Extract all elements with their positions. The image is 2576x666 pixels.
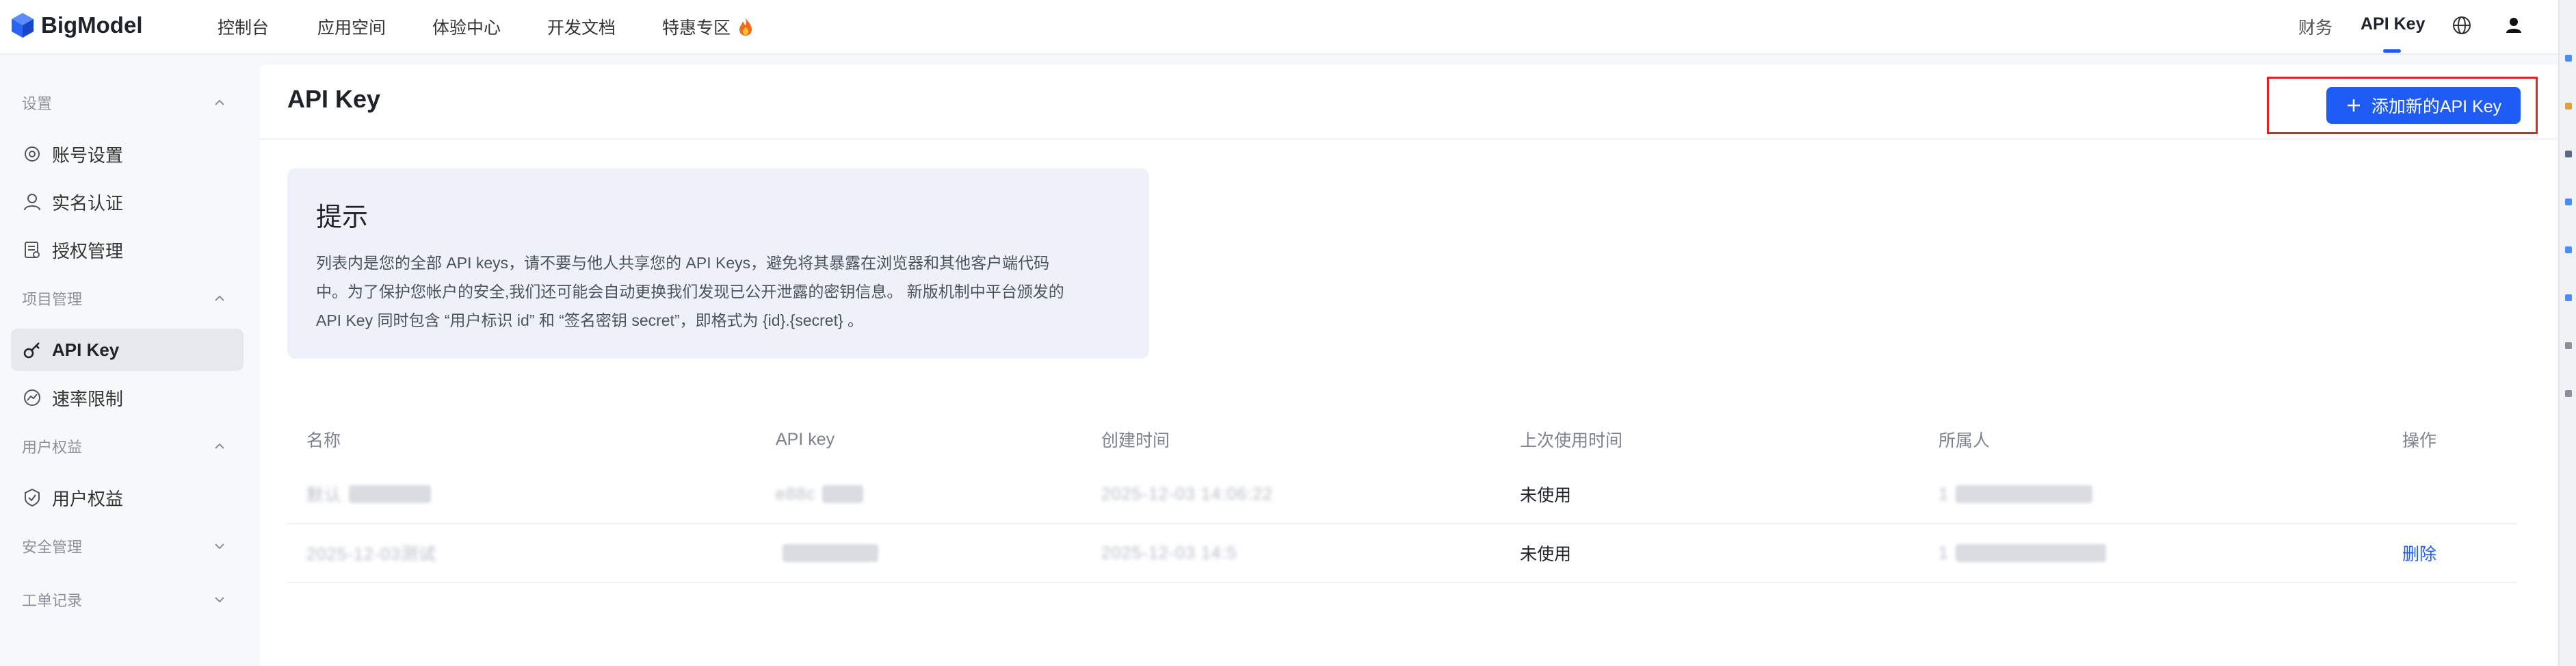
table-row: 默认 e88c 2025-12-03 14:06:22 未使用 1 [287,465,2517,524]
nav-special-offers-label: 特惠专区 [662,18,731,38]
fire-icon [739,18,752,36]
plus-icon [2347,99,2360,112]
row-last-used: 未使用 [1520,486,1572,505]
bigmodel-logo-icon [12,13,34,38]
tip-line: 列表内是您的全部 API keys，请不要与他人共享您的 API Keys，避免… [316,254,1050,272]
chevron-down-icon [215,543,224,550]
settings-icon [25,146,40,162]
sidebar-group-user-benefits[interactable]: 用户权益 [22,433,227,460]
nav-experience-center[interactable]: 体验中心 [432,14,501,39]
edge-icon[interactable] [2565,55,2572,62]
sidebar-item-label: 账号设置 [52,144,124,166]
chevron-up-icon [215,295,224,301]
sidebar-item-account-settings[interactable]: 账号设置 [11,133,244,175]
highlight-box: 添加新的API Key [2267,77,2538,134]
sidebar-group-project-management[interactable]: 项目管理 [22,285,227,312]
chevron-down-icon [215,597,224,603]
sidebar-item-authorization[interactable]: 授权管理 [11,229,244,271]
tip-line: 中。为了保护您帐户的安全,我们还可能会自动更换我们发现已公开泄露的密钥信息。 新… [316,283,1064,300]
column-header-actions: 操作 [2402,431,2437,450]
edge-icon[interactable] [2565,151,2572,157]
api-key-table: 名称 API key 创建时间 上次使用时间 所属人 操作 默认 e88c 20… [287,413,2517,583]
brand-name: BigModel [41,12,143,38]
sidebar-item-label: 速率限制 [52,388,124,409]
right-edge-toolbar [2558,0,2576,666]
sidebar-group-tickets[interactable]: 工单记录 [22,586,227,613]
brand-logo[interactable]: BigModel [11,12,142,38]
chevron-up-icon [215,443,224,449]
sidebar-item-label: 实名认证 [52,192,124,214]
edge-icon[interactable] [2565,342,2572,349]
document-list-icon [25,242,40,258]
column-header-api-key: API key [776,429,835,449]
nav-finance[interactable]: 财务 [2298,14,2332,39]
sidebar-group-title: 安全管理 [22,539,83,556]
table-row: 2025-12-03测试 2025-12-03 14:5 未使用 1 删除 [287,524,2517,583]
column-header-name: 名称 [306,431,341,450]
column-header-owner: 所属人 [1938,431,1990,450]
row-name: 默认 [306,465,432,523]
person-icon [24,194,40,211]
row-owner: 1 [1938,524,2106,582]
edge-icon[interactable] [2565,390,2572,397]
sidebar-item-api-key[interactable]: API Key [11,329,244,371]
sidebar-group-security[interactable]: 安全管理 [22,533,227,560]
row-created: 2025-12-03 14:06:22 [1101,484,1274,504]
sidebar: 设置 账号设置 实名认证 授权管理 项目管理 API Key 速率限制 用户权益… [0,55,259,666]
nav-dev-docs[interactable]: 开发文档 [547,14,616,39]
tip-body: 列表内是您的全部 API keys，请不要与他人共享您的 API Keys，避免… [316,248,1120,335]
sidebar-item-label: 用户权益 [52,488,124,509]
sidebar-group-title: 项目管理 [22,291,83,308]
row-created: 2025-12-03 14:5 [1101,543,1237,563]
sidebar-item-user-benefits[interactable]: 用户权益 [11,476,244,519]
add-api-key-label: 添加新的API Key [2371,97,2502,116]
sidebar-group-title: 用户权益 [22,439,83,456]
user-avatar-icon[interactable] [2502,14,2525,37]
gauge-icon [24,389,40,406]
tip-box: 提示 列表内是您的全部 API keys，请不要与他人共享您的 API Keys… [287,168,1149,359]
tip-line: API Key 同时包含 “用户标识 id” 和 “签名密钥 secret”，即… [316,311,864,329]
page-title: API Key [287,85,381,113]
header-divider [260,138,2557,140]
row-owner: 1 [1938,465,2092,523]
column-header-last-used: 上次使用时间 [1520,431,1623,450]
sidebar-group-title: 设置 [22,95,53,112]
nav-special-offers[interactable]: 特惠专区 [662,14,753,39]
nav-api-key[interactable]: API Key [2361,14,2425,34]
row-api-key[interactable]: e88c [776,465,864,523]
nav-active-indicator [2383,49,2401,53]
sidebar-item-verification[interactable]: 实名认证 [11,181,244,223]
key-link-icon [23,342,40,359]
sidebar-group-title: 工单记录 [22,592,83,609]
edge-icon[interactable] [2565,103,2572,110]
nav-console[interactable]: 控制台 [218,14,269,39]
sidebar-group-settings[interactable]: 设置 [22,89,227,116]
edge-icon[interactable] [2565,246,2572,253]
table-header: 名称 API key 创建时间 上次使用时间 所属人 操作 [287,413,2517,465]
top-navigation: BigModel 控制台 应用空间 体验中心 开发文档 特惠专区 财务 API … [0,0,2558,55]
sidebar-item-rate-limit[interactable]: 速率限制 [11,376,244,419]
sidebar-item-label: API Key [52,339,120,360]
nav-app-space[interactable]: 应用空间 [317,14,386,39]
row-api-key[interactable] [776,524,878,582]
edge-icon[interactable] [2565,294,2572,301]
add-api-key-button[interactable]: 添加新的API Key [2326,87,2521,124]
globe-icon[interactable] [2450,14,2473,37]
delete-link[interactable]: 删除 [2402,524,2436,582]
badge-check-icon [25,488,40,507]
tip-title: 提示 [316,203,369,232]
column-header-created: 创建时间 [1101,431,1170,450]
sidebar-item-label: 授权管理 [52,240,124,261]
row-name: 2025-12-03测试 [306,545,436,564]
main-panel: API Key 添加新的API Key 提示 列表内是您的全部 API keys… [260,64,2557,666]
chevron-up-icon [215,99,224,105]
edge-icon[interactable] [2565,198,2572,205]
row-last-used: 未使用 [1520,545,1572,564]
